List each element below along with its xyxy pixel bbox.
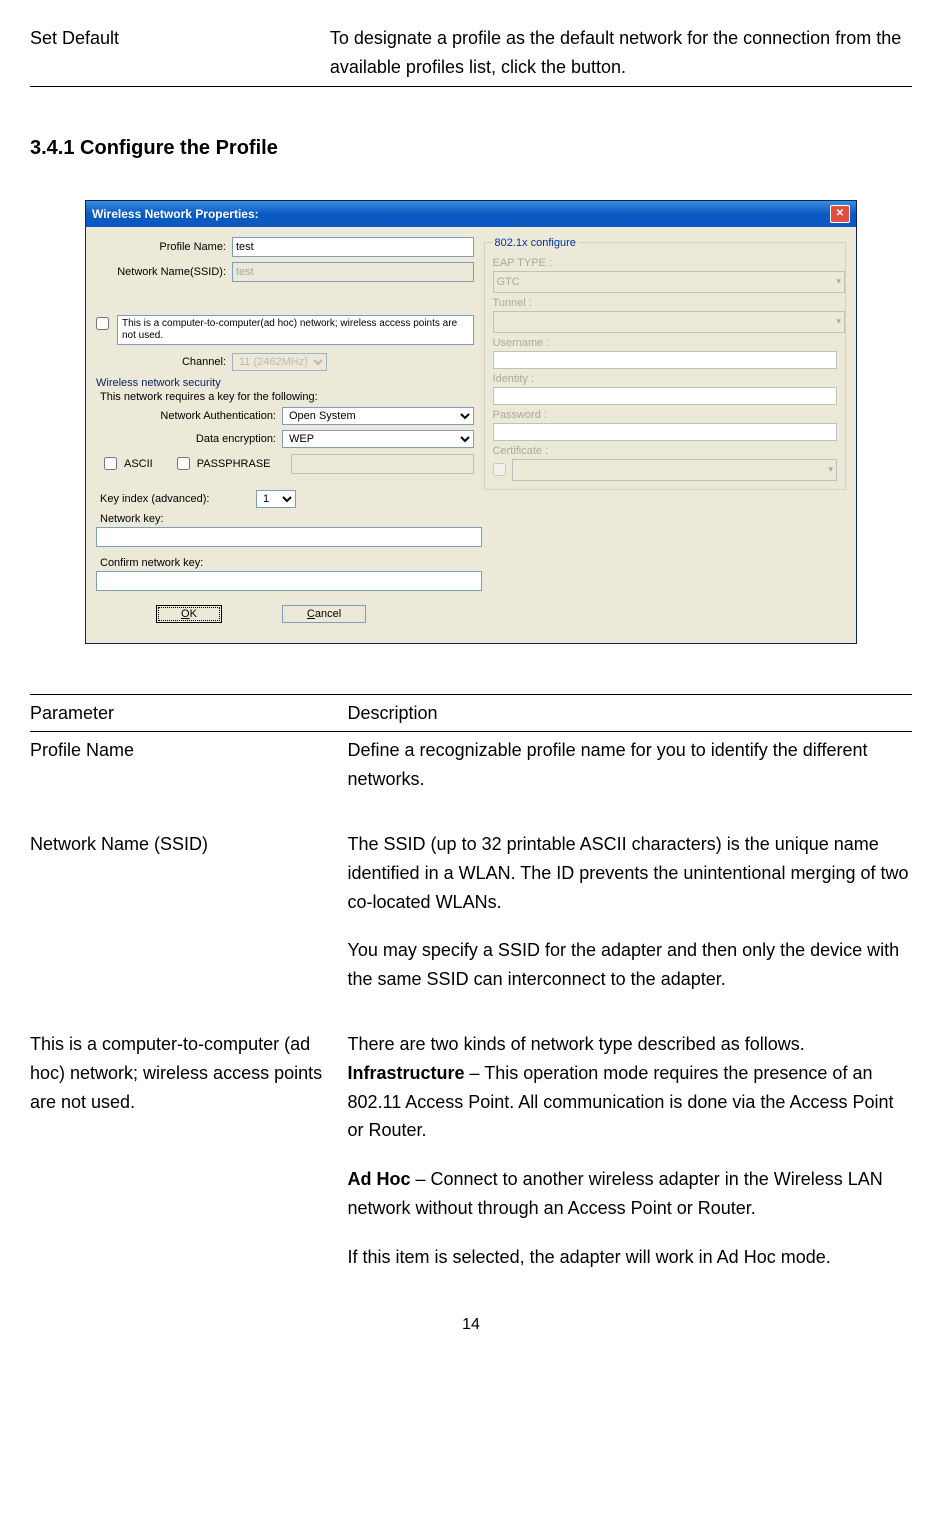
ascii-check[interactable]: ASCII <box>100 454 153 473</box>
identity-input <box>493 387 837 405</box>
page-number: 14 <box>30 1316 912 1334</box>
passphrase-input <box>291 454 474 474</box>
keyindex-label: Key index (advanced): <box>96 493 256 505</box>
dialog-title: Wireless Network Properties: <box>92 207 259 221</box>
certificate-label: Certificate : <box>493 445 837 457</box>
top-table: Set Default To designate a profile as th… <box>30 20 912 87</box>
section-heading: 3.4.1 Configure the Profile <box>30 137 912 160</box>
row2-desc: There are two kinds of network type desc… <box>348 1026 912 1276</box>
x802-fieldset: 802.1x configure EAP TYPE : GTC Tunnel :… <box>484 237 846 490</box>
tunnel-label: Tunnel : <box>493 297 837 309</box>
dialog-window: Wireless Network Properties: ✕ Profile N… <box>85 200 857 644</box>
header-param: Parameter <box>30 694 348 732</box>
dialog-titlebar[interactable]: Wireless Network Properties: ✕ <box>86 201 856 227</box>
password-label: Password : <box>493 409 837 421</box>
username-label: Username : <box>493 337 837 349</box>
row1-desc: The SSID (up to 32 printable ASCII chara… <box>348 826 912 998</box>
channel-label: Channel: <box>96 356 232 368</box>
certificate-checkbox <box>493 463 506 476</box>
confirmkey-label: Confirm network key: <box>96 557 474 569</box>
row0-param: Profile Name <box>30 732 348 798</box>
eap-label: EAP TYPE : <box>493 257 837 269</box>
password-input <box>493 423 837 441</box>
eap-select: GTC <box>493 271 845 293</box>
top-desc: To designate a profile as the default ne… <box>330 20 912 86</box>
certificate-select <box>512 459 837 481</box>
encrypt-label: Data encryption: <box>96 433 282 445</box>
identity-label: Identity : <box>493 373 837 385</box>
left-panel: Profile Name: Network Name(SSID): This i… <box>96 237 474 633</box>
auth-select[interactable]: Open System <box>282 407 474 425</box>
top-param: Set Default <box>30 20 330 86</box>
row0-desc: Define a recognizable profile name for y… <box>348 732 912 798</box>
adhoc-text: This is a computer-to-computer(ad hoc) n… <box>117 315 474 345</box>
param-table: Parameter Description Profile Name Defin… <box>30 694 912 1276</box>
ssid-input <box>232 262 474 282</box>
passphrase-check[interactable]: PASSPHRASE <box>173 454 271 473</box>
security-desc: This network requires a key for the foll… <box>96 391 474 403</box>
row2-param: This is a computer-to-computer (ad hoc) … <box>30 1026 348 1276</box>
row1-param: Network Name (SSID) <box>30 826 348 998</box>
profile-name-input[interactable] <box>232 237 474 257</box>
header-desc: Description <box>348 694 912 732</box>
security-group-label: Wireless network security <box>96 377 474 389</box>
profile-name-label: Profile Name: <box>96 241 232 253</box>
adhoc-checkbox[interactable] <box>96 317 109 330</box>
keyindex-select[interactable]: 1 <box>256 490 296 508</box>
netkey-input[interactable] <box>96 527 482 547</box>
auth-label: Network Authentication: <box>96 410 282 422</box>
close-icon[interactable]: ✕ <box>830 205 850 223</box>
right-panel: 802.1x configure EAP TYPE : GTC Tunnel :… <box>484 237 846 633</box>
netkey-label: Network key: <box>96 513 474 525</box>
tunnel-select <box>493 311 845 333</box>
cancel-button[interactable]: Cancel <box>282 605 366 623</box>
ok-button[interactable]: OK <box>156 605 222 623</box>
screenshot-container: Wireless Network Properties: ✕ Profile N… <box>30 200 912 644</box>
confirmkey-input[interactable] <box>96 571 482 591</box>
encrypt-select[interactable]: WEP <box>282 430 474 448</box>
ssid-label: Network Name(SSID): <box>96 266 232 278</box>
channel-select: 11 (2462MHz) <box>232 353 327 371</box>
x802-legend: 802.1x configure <box>493 237 578 249</box>
username-input <box>493 351 837 369</box>
